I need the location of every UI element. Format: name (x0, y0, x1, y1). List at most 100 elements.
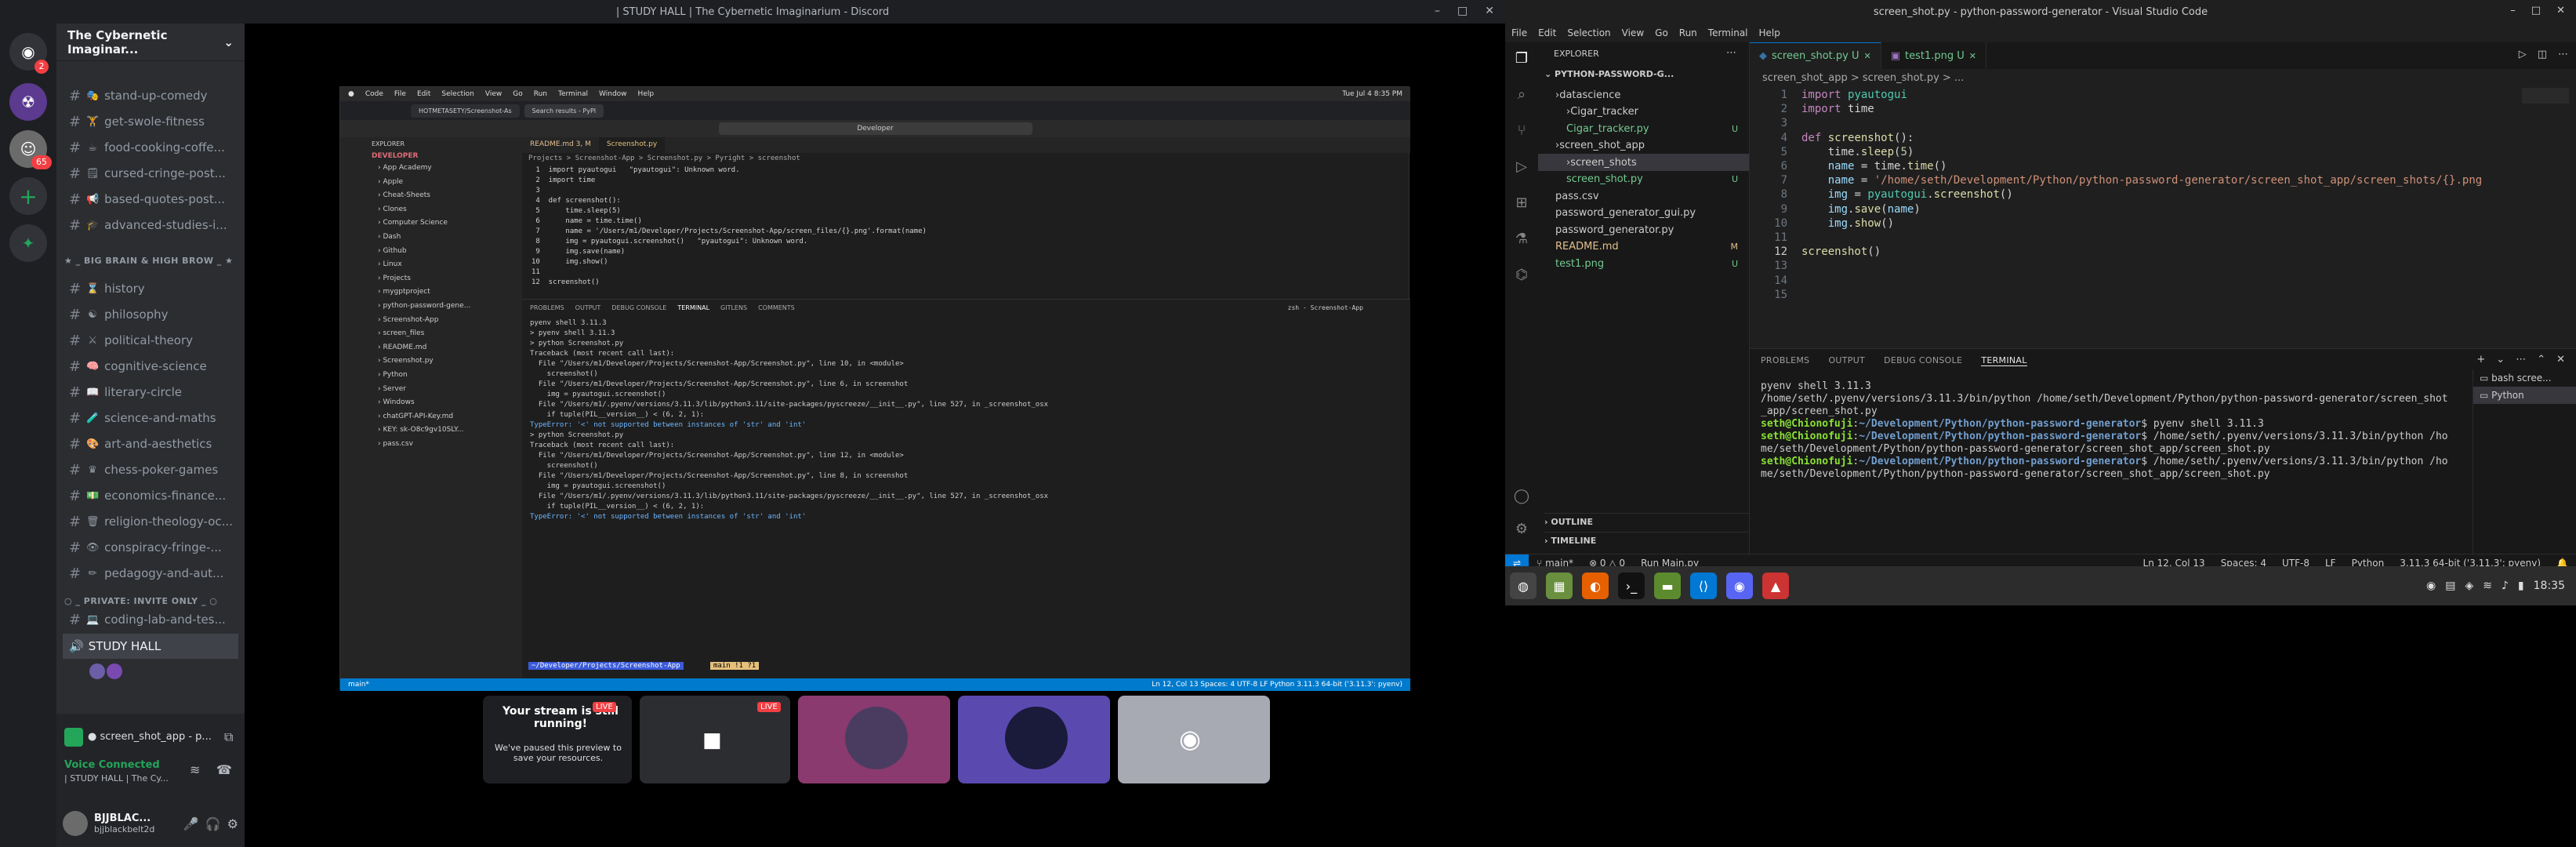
timeline-section[interactable]: › TIMELINE (1544, 532, 1750, 546)
explorer-item[interactable]: › Screenshot-App (365, 314, 522, 328)
panel-tab-output[interactable]: OUTPUT (1828, 355, 1865, 366)
category-private[interactable]: ○ _ PRIVATE: INVITE ONLY _ ○ (64, 596, 217, 606)
server-cybernetic-icon[interactable]: ☢ (9, 83, 47, 121)
participant-tile[interactable] (798, 696, 950, 783)
channel-religion-theology-oc[interactable]: # 🗑 religion-theology-oc... (63, 509, 238, 534)
battery-icon[interactable]: ▮ (2518, 580, 2524, 592)
maximize-panel-icon[interactable]: ⌃ (2537, 354, 2545, 365)
file-tree-item[interactable]: › screen_shot_app (1538, 137, 1749, 154)
gear-icon[interactable]: ⚙ (1512, 521, 1531, 540)
noise-icon[interactable]: ≋ (190, 762, 200, 777)
explorer-item[interactable]: › Windows (365, 396, 522, 410)
channel-coding-lab-and-tes[interactable]: # 💻 coding-lab-and-tes... (63, 607, 238, 632)
channel-cursed-cringe-post[interactable]: # 🗒 cursed-cringe-post... (63, 161, 238, 186)
explorer-item[interactable]: › Cheat-Sheets (365, 189, 522, 203)
explorer-item[interactable]: › Server (365, 383, 522, 397)
channel-conspiracy-fringe[interactable]: # 👁 conspiracy-fringe-... (63, 535, 238, 560)
explorer-item[interactable]: › Linux (365, 258, 522, 272)
menu-terminal[interactable]: Terminal (1708, 27, 1748, 38)
close-icon[interactable]: ✕ (1485, 5, 1494, 17)
run-debug-icon[interactable]: ▷ (1512, 158, 1531, 177)
stream-paused-card[interactable]: Your stream is still running! LIVE We've… (483, 696, 632, 783)
channel-philosophy[interactable]: # ☯ philosophy (63, 302, 238, 327)
explorer-item[interactable]: › Dash (365, 231, 522, 245)
tab-screen_shot-py[interactable]: ◆ screen_shot.py U ✕ (1750, 42, 1881, 69)
firefox-icon[interactable]: ◐ (1582, 573, 1609, 599)
testing-icon[interactable]: ⚗ (1512, 231, 1531, 249)
panel-tab[interactable]: OUTPUT (575, 304, 601, 311)
maximize-icon[interactable]: □ (1457, 5, 1468, 17)
tab-screenshot[interactable]: Screenshot.py (598, 137, 666, 153)
file-tree-item[interactable]: › screen_shots (1538, 154, 1749, 171)
close-icon[interactable]: ✕ (2556, 354, 2565, 365)
mac-menu-item[interactable]: Edit (417, 90, 430, 98)
extensions-icon[interactable]: ⊞ (1512, 194, 1531, 213)
close-icon[interactable]: ✕ (1969, 51, 1976, 61)
file-tree-item[interactable]: password_generator_gui.py (1538, 205, 1749, 222)
explorer-item[interactable]: › pass.csv (365, 438, 522, 452)
disconnect-icon[interactable]: ☎ (216, 762, 232, 777)
channel-history[interactable]: # ⌛ history (63, 276, 238, 301)
mac-menu-item[interactable]: Code (365, 90, 383, 98)
folder-icon[interactable]: ▬ (1654, 573, 1681, 599)
command-center[interactable]: Developer (718, 122, 1032, 135)
menu-run[interactable]: Run (1679, 27, 1697, 38)
menu-help[interactable]: Help (1759, 27, 1780, 38)
channel-food-cooking-coffe[interactable]: # ☕ food-cooking-coffe... (63, 135, 238, 160)
explorer-item[interactable]: › chatGPT-API-Key.md (365, 410, 522, 424)
mac-menu-item[interactable]: Terminal (558, 90, 588, 98)
panel-tab-debug-console[interactable]: DEBUG CONSOLE (1884, 355, 1962, 366)
channel-science-and-maths[interactable]: # 🧪 science-and-maths (63, 405, 238, 431)
voice-channel-study-hall[interactable]: 🔊 STUDY HALL (63, 634, 238, 659)
maximize-icon[interactable]: □ (2531, 5, 2541, 16)
menu-view[interactable]: View (1622, 27, 1644, 38)
network-icon[interactable]: ◈ (2465, 580, 2473, 592)
terminal-tab-bash[interactable]: ▭ bash scree... (2473, 369, 2576, 387)
mac-menu-item[interactable]: Go (513, 90, 522, 98)
mac-menu-item[interactable]: Help (638, 90, 655, 98)
file-tree-item[interactable]: screen_shot.py U (1538, 171, 1749, 188)
explorer-item[interactable]: › screen_files (365, 327, 522, 341)
add-terminal-icon[interactable]: + (2476, 354, 2485, 365)
menu-edit[interactable]: Edit (1538, 27, 1556, 38)
explorer-item[interactable]: › Clones (365, 203, 522, 217)
participant-tile[interactable]: ◉ (1118, 696, 1270, 783)
voice-member-avatar[interactable] (89, 663, 105, 679)
file-tree-item[interactable]: pass.csv (1538, 187, 1749, 205)
popout-icon[interactable]: ⧉ (224, 729, 233, 745)
file-tree-item[interactable]: password_generator.py (1538, 221, 1749, 238)
file-tree-item[interactable]: README.md M (1538, 238, 1749, 256)
tab-readme[interactable]: README.md 3, M (522, 137, 599, 153)
channel-pedagogy-and-aut[interactable]: # ✏ pedagogy-and-aut... (63, 561, 238, 586)
explorer-item[interactable]: › Python (365, 369, 522, 383)
source-control-icon[interactable]: ⑂ (1512, 122, 1531, 141)
panel-tab[interactable]: COMMENTS (758, 304, 795, 311)
panel-tab[interactable]: DEBUG CONSOLE (611, 304, 666, 311)
gear-icon[interactable]: ⚙ (227, 816, 238, 831)
code-editor[interactable]: 1 import pyautogui "pyautogui": Unknown … (532, 165, 927, 288)
wifi-icon[interactable]: ≋ (2483, 580, 2492, 592)
image-viewer-icon[interactable]: ▲ (1762, 573, 1789, 599)
panel-tab[interactable]: PROBLEMS (530, 304, 564, 311)
terminal-tab-python[interactable]: ▭ Python (2473, 387, 2576, 404)
mac-menu-item[interactable]: Window (599, 90, 627, 98)
channel-get-swole-fitness[interactable]: # 🏋 get-swole-fitness (63, 109, 238, 134)
code-editor[interactable]: 1 import pyautogui 2 import time 3 4 def scree… (1750, 88, 2576, 347)
mac-menu-item[interactable]: Run (534, 90, 547, 98)
explorer-item[interactable]: › Apple (365, 176, 522, 190)
account-icon[interactable]: ◯ (1512, 488, 1531, 507)
terminal-output[interactable]: pyenv shell 3.11.3/home/seth/.pyenv/vers… (1761, 380, 2466, 481)
channel-advanced-studies-i[interactable]: # 🎓 advanced-studies-i... (63, 213, 238, 238)
split-editor-icon[interactable]: ◫ (2538, 49, 2547, 60)
explorer-item[interactable]: › App Academy (365, 162, 522, 176)
server-header[interactable]: The Cybernetic Imaginar... ⌄ (56, 24, 245, 61)
terminal-output[interactable]: pyenv shell 3.11.3 > pyenv shell 3.11.3 > … (530, 318, 1048, 522)
explorer-item[interactable]: › KEY: sk-O8c9gv10SLY... (365, 424, 522, 438)
minimap[interactable] (2522, 88, 2569, 104)
explorer-item[interactable]: › Screenshot.py (365, 354, 522, 369)
explore-icon[interactable]: ✦ (9, 224, 47, 262)
python-icon[interactable]: ⌬ (1512, 267, 1531, 285)
explorer-item[interactable]: › python-password-gene... (365, 300, 522, 314)
explorer-item[interactable]: › mygptproject (365, 285, 522, 300)
run-icon[interactable]: ▷ (2519, 49, 2527, 60)
